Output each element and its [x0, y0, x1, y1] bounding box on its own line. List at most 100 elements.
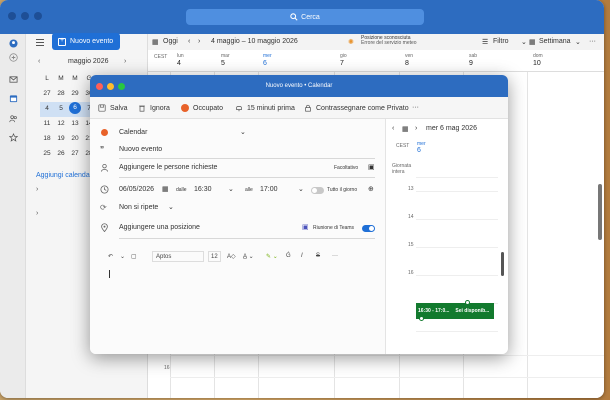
search-box[interactable]: Cerca — [186, 9, 424, 25]
end-time-chevron-icon[interactable]: ⌄ — [298, 185, 304, 193]
highlight-icon[interactable]: ✎ ⌄ — [266, 253, 278, 260]
more-options-icon[interactable]: ··· — [589, 38, 596, 45]
font-family-select[interactable]: Aptos — [152, 251, 204, 262]
preview-scrollbar[interactable] — [501, 252, 504, 276]
optional-attendees-link[interactable]: Facoltativo — [334, 165, 358, 171]
prev-week-icon[interactable]: ‹ — [188, 38, 190, 45]
timezone-globe-icon[interactable]: ⊕ — [368, 185, 374, 193]
repeat-chevron-icon[interactable]: ⌄ — [168, 203, 174, 211]
format-more-icon[interactable]: ··· — [332, 253, 338, 259]
view-selector[interactable]: Settimana — [539, 38, 571, 45]
busy-status-icon — [181, 104, 189, 112]
mini-cal-day[interactable]: 12 — [54, 117, 68, 132]
attendees-input[interactable]: Aggiungere le persone richieste — [119, 164, 217, 171]
mini-cal-day[interactable]: 29 — [68, 87, 82, 102]
dialog-close-button[interactable] — [96, 83, 103, 90]
font-color-icon[interactable]: A̲ ⌄ — [243, 253, 254, 260]
start-time-chevron-icon[interactable]: ⌄ — [228, 185, 234, 193]
date-input[interactable]: 06/05/2026 — [119, 186, 154, 193]
favorites-star-icon[interactable] — [9, 133, 18, 142]
strikethrough-icon[interactable]: S — [316, 253, 320, 259]
undo-icon[interactable]: ↶ — [108, 253, 113, 260]
profile-icon[interactable] — [9, 39, 18, 48]
preview-date: mer 6 mag 2026 — [426, 125, 477, 132]
mini-cal-prev-month-icon[interactable]: ‹ — [38, 58, 40, 65]
mini-cal-today[interactable]: 6 — [69, 102, 81, 114]
mini-cal-day[interactable]: 4 — [40, 102, 54, 117]
italic-icon[interactable]: I — [301, 253, 303, 259]
scheduling-icon[interactable]: ▣ — [368, 163, 375, 171]
mini-cal-day[interactable]: 28 — [54, 87, 68, 102]
reminder-button[interactable]: 15 minuti prima — [235, 104, 295, 112]
preview-today-icon[interactable]: ▦ — [402, 125, 409, 133]
next-week-icon[interactable]: › — [198, 38, 200, 45]
resize-handle-top[interactable] — [465, 300, 470, 305]
location-input[interactable]: Aggiungere una posizione — [119, 224, 200, 231]
title-bar: Cerca — [0, 0, 604, 34]
mini-cal-day[interactable]: 5 — [54, 102, 68, 117]
to-label: alle — [245, 187, 253, 193]
calendar-group-chevron-icon[interactable]: › — [36, 210, 38, 217]
busy-status-button[interactable]: Occupato — [181, 104, 223, 112]
mini-cal-day[interactable]: 13 — [68, 117, 82, 132]
weekday-label: M — [72, 75, 78, 82]
redo-icon[interactable]: ⌄ — [120, 253, 125, 260]
event-title-input[interactable]: Nuovo evento — [119, 146, 162, 153]
font-size-select[interactable]: 12 — [208, 251, 221, 262]
add-calendar-link[interactable]: Aggiungi calendario — [36, 172, 98, 179]
prev-day-icon[interactable]: ‹ — [392, 125, 394, 132]
date-picker-icon[interactable]: ▦ — [162, 185, 169, 193]
mail-icon[interactable] — [9, 75, 18, 84]
all-day-toggle[interactable] — [311, 187, 324, 194]
calendar-group-chevron-icon[interactable]: › — [36, 186, 38, 193]
more-options-button[interactable]: ··· — [412, 104, 419, 111]
draft-event-block[interactable]: 16:30 - 17:0... Sei disponib... — [416, 303, 494, 319]
next-day-icon[interactable]: › — [415, 125, 417, 132]
today-button[interactable]: Oggi — [163, 38, 178, 45]
mini-cal-day[interactable]: 19 — [54, 132, 68, 147]
trash-icon — [139, 105, 145, 112]
dialog-zoom-button[interactable] — [118, 83, 125, 90]
minimize-window-button[interactable] — [21, 12, 29, 20]
app-rail — [0, 34, 26, 398]
person-icon — [100, 163, 109, 172]
start-time-input[interactable]: 16:30 — [194, 186, 212, 193]
bold-icon[interactable]: Ġ — [286, 253, 291, 259]
day-number: 4 — [177, 60, 181, 67]
mini-cal-next-month-icon[interactable]: › — [124, 58, 126, 65]
clipboard-icon[interactable]: ▢ — [131, 253, 137, 260]
repeat-select[interactable]: Non si ripete — [119, 204, 158, 211]
ignore-button[interactable]: Ignora — [138, 104, 170, 112]
save-button[interactable]: Salva — [98, 104, 128, 112]
text-style-icon[interactable]: A◇ — [227, 253, 236, 260]
resize-handle-bottom[interactable] — [419, 316, 424, 321]
mini-cal-day[interactable]: 11 — [40, 117, 54, 132]
end-time-input[interactable]: 17:00 — [260, 186, 278, 193]
body-text-cursor[interactable] — [109, 270, 110, 278]
mini-cal-day[interactable]: 25 — [40, 147, 54, 162]
timezone-label: CEST — [154, 54, 168, 60]
event-form: Calendar ⌄ ❞ Nuovo evento Aggiungere le … — [90, 119, 385, 354]
private-button[interactable]: Contrassegnare come Privato — [304, 104, 409, 112]
close-window-button[interactable] — [8, 12, 16, 20]
people-icon[interactable] — [9, 114, 18, 123]
filter-chevron-icon: ⌄ — [521, 39, 527, 46]
add-app-icon[interactable] — [9, 53, 18, 62]
new-event-button[interactable]: Nuovo evento — [52, 33, 120, 50]
week-scrollbar[interactable] — [598, 184, 602, 240]
mini-cal-day[interactable]: 18 — [40, 132, 54, 147]
mini-cal-day[interactable]: 27 — [68, 147, 82, 162]
preview-hour-line — [416, 219, 498, 220]
repeat-icon: ⟳ — [100, 203, 107, 212]
teams-toggle[interactable] — [362, 225, 375, 232]
mini-cal-day[interactable]: 27 — [40, 87, 54, 102]
mini-cal-day[interactable]: 26 — [54, 147, 68, 162]
dialog-minimize-button[interactable] — [107, 83, 114, 90]
mini-cal-day[interactable]: 20 — [68, 132, 82, 147]
menu-icon[interactable] — [36, 39, 44, 46]
filter-button[interactable]: Filtro — [493, 38, 509, 45]
calendar-select[interactable]: Calendar — [119, 129, 147, 136]
calendar-icon[interactable] — [9, 94, 18, 103]
zoom-window-button[interactable] — [34, 12, 42, 20]
calendar-chevron-icon[interactable]: ⌄ — [240, 128, 246, 136]
